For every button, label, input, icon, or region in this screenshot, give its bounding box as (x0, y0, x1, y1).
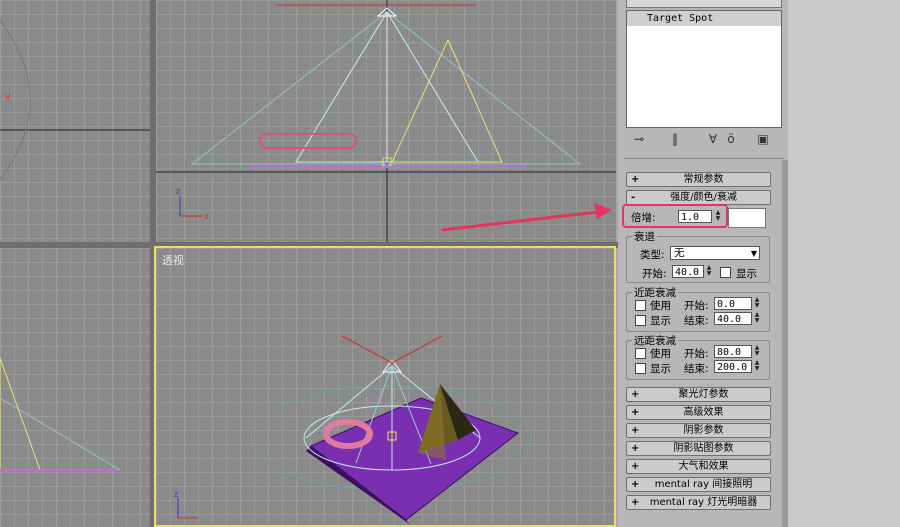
annotation-arrow (441, 203, 612, 232)
